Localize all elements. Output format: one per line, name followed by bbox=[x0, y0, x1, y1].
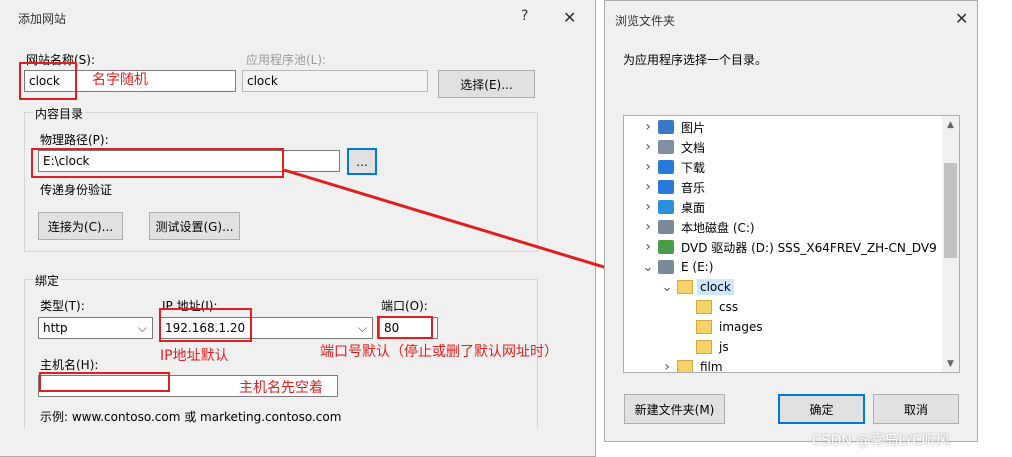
folder-tree[interactable]: › 图片 › 文档 › 下载 › 音乐 › 桌面 › 本地磁盘 (C:) › DVD 驱动器 (D:) S… bbox=[623, 115, 960, 373]
close-button[interactable]: ✕ bbox=[955, 9, 968, 28]
tree-item-label: DVD 驱动器 (D:) SSS_X64FREV_ZH-CN_DV9 bbox=[681, 240, 937, 255]
scroll-up-icon[interactable]: ▲ bbox=[942, 116, 959, 133]
tree-item-label: images bbox=[719, 320, 763, 334]
tree-item[interactable]: › 文档 bbox=[624, 137, 708, 157]
tree-item-label: 文档 bbox=[681, 140, 706, 155]
tree-item-label: clock bbox=[697, 279, 734, 295]
tree-item-label: css bbox=[719, 300, 739, 314]
tree-item-label: film bbox=[700, 360, 723, 373]
downloads-icon bbox=[658, 160, 674, 174]
drive-icon bbox=[658, 220, 674, 234]
music-icon bbox=[658, 180, 674, 194]
dvd-icon bbox=[658, 240, 674, 254]
scroll-thumb[interactable] bbox=[944, 163, 957, 258]
tree-rows: › 图片 › 文档 › 下载 › 音乐 › 桌面 › 本地磁盘 (C:) › DVD 驱动器 (D:) S… bbox=[624, 117, 942, 373]
cancel-button[interactable]: 取消 bbox=[873, 394, 959, 424]
tree-item[interactable]: › 下载 bbox=[624, 157, 708, 177]
chevron-right-icon[interactable]: › bbox=[642, 179, 654, 195]
chevron-down-icon[interactable]: ⌄ bbox=[642, 260, 654, 275]
ok-button[interactable]: 确定 bbox=[778, 394, 865, 424]
tree-item-label: 下载 bbox=[681, 160, 706, 175]
desktop-icon bbox=[658, 200, 674, 214]
folder-icon bbox=[696, 340, 712, 354]
folder-icon bbox=[677, 360, 693, 372]
tree-item-label: 本地磁盘 (C:) bbox=[681, 220, 755, 235]
chevron-right-icon[interactable]: › bbox=[642, 239, 654, 255]
tree-item[interactable]: › 图片 bbox=[624, 117, 708, 137]
tree-item[interactable]: › 桌面 bbox=[624, 197, 708, 217]
chevron-right-icon[interactable]: › bbox=[642, 219, 654, 235]
browse-folder-dialog: 浏览文件夹 ✕ 为应用程序选择一个目录。 › 图片 › 文档 › 下载 › 音乐 › 桌面 › 本地磁… bbox=[604, 0, 978, 442]
tree-item[interactable]: ⌄ clock bbox=[624, 277, 734, 297]
chevron-right-icon[interactable]: › bbox=[642, 139, 654, 155]
chevron-right-icon[interactable]: › bbox=[642, 159, 654, 175]
browse-prompt: 为应用程序选择一个目录。 bbox=[623, 53, 768, 67]
tree-item-label: js bbox=[719, 340, 729, 354]
browse-dialog-title: 浏览文件夹 bbox=[615, 14, 676, 28]
tree-item[interactable]: › film bbox=[624, 357, 726, 373]
tree-item[interactable]: images bbox=[624, 317, 766, 337]
watermark: CSDN @雾岛LYC听风 bbox=[812, 433, 950, 449]
tree-item[interactable]: js bbox=[624, 337, 732, 357]
tree-item[interactable]: › DVD 驱动器 (D:) SSS_X64FREV_ZH-CN_DV9 bbox=[624, 237, 940, 257]
tree-item-label: E (E:) bbox=[681, 260, 714, 274]
pictures-icon bbox=[658, 120, 674, 134]
new-folder-button[interactable]: 新建文件夹(M) bbox=[624, 394, 725, 424]
tree-item-label: 图片 bbox=[681, 120, 706, 135]
chevron-right-icon[interactable]: › bbox=[642, 199, 654, 215]
documents-icon bbox=[658, 140, 674, 154]
scroll-down-icon[interactable]: ▼ bbox=[942, 355, 959, 372]
tree-item-label: 桌面 bbox=[681, 200, 706, 215]
chevron-down-icon[interactable]: ⌄ bbox=[661, 280, 673, 295]
scrollbar[interactable]: ▲ ▼ bbox=[942, 116, 959, 372]
tree-item-label: 音乐 bbox=[681, 180, 706, 195]
folder-icon bbox=[696, 300, 712, 314]
drive-icon bbox=[658, 260, 674, 274]
tree-item[interactable]: ⌄ E (E:) bbox=[624, 257, 716, 277]
folder-icon bbox=[677, 280, 693, 294]
tree-item[interactable]: › 本地磁盘 (C:) bbox=[624, 217, 758, 237]
folder-icon bbox=[696, 320, 712, 334]
tree-item[interactable]: › 音乐 bbox=[624, 177, 708, 197]
chevron-right-icon[interactable]: › bbox=[642, 119, 654, 135]
chevron-right-icon[interactable]: › bbox=[661, 359, 673, 372]
tree-item[interactable]: css bbox=[624, 297, 741, 317]
